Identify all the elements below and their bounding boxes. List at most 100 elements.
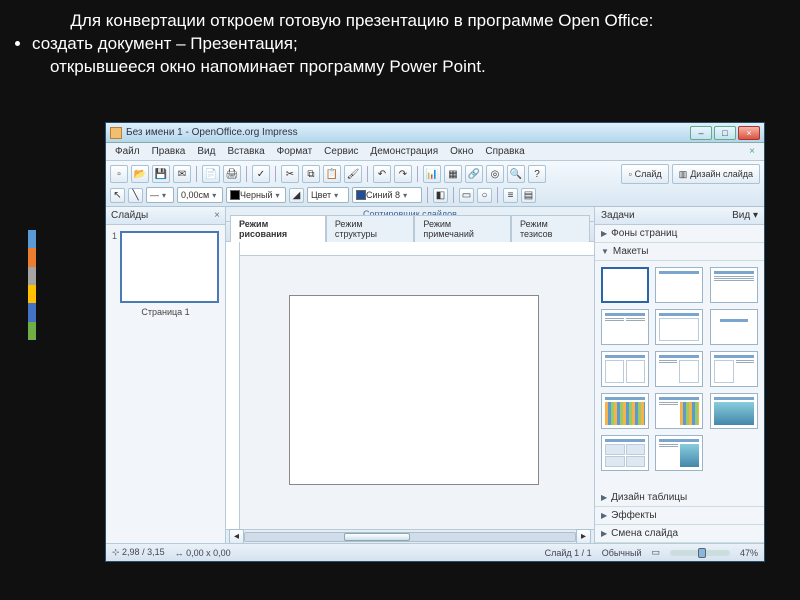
save-icon[interactable]: 💾 [152, 165, 170, 183]
scroll-thumb[interactable] [344, 533, 410, 541]
menubar: Файл Правка Вид Вставка Формат Сервис Де… [106, 143, 764, 161]
layout-centered[interactable] [710, 309, 758, 345]
line-width-combo[interactable]: 0,00см [177, 187, 223, 203]
new-slide-button[interactable]: ▫ Слайд [621, 164, 668, 184]
menu-slideshow[interactable]: Демонстрация [365, 144, 443, 159]
menu-help[interactable]: Справка [480, 144, 529, 159]
pdf-icon[interactable]: 📄 [202, 165, 220, 183]
layout-chart[interactable] [601, 393, 649, 429]
scroll-left-icon[interactable]: ◂ [229, 529, 244, 543]
fill-type-combo[interactable]: Цвет [307, 187, 349, 203]
blue-swatch-icon [356, 190, 366, 200]
new-doc-icon[interactable]: ▫ [110, 165, 128, 183]
menu-view[interactable]: Вид [192, 144, 220, 159]
brush-icon[interactable]: 🖌 [344, 165, 362, 183]
doc-close-icon[interactable]: × [744, 144, 760, 159]
layout-title[interactable] [655, 267, 703, 303]
tasks-panel: Задачи Вид ▾ Фоны страниц Макеты [594, 207, 764, 543]
layout-text-obj[interactable] [655, 351, 703, 387]
menu-insert[interactable]: Вставка [222, 144, 269, 159]
section-transition[interactable]: Смена слайда [595, 525, 764, 543]
layout-two-box[interactable] [601, 351, 649, 387]
link-icon[interactable]: 🔗 [465, 165, 483, 183]
canvas-area[interactable] [226, 242, 594, 529]
statusbar: ⊹ 2,98 / 3,15 ↔ 0,00 x 0,00 Слайд 1 / 1 … [106, 543, 764, 561]
chevron-right-icon [601, 229, 607, 238]
nav-icon[interactable]: ◎ [486, 165, 504, 183]
copy-icon[interactable]: ⧉ [302, 165, 320, 183]
slide-bullet-1: создать документ – Презентация; [32, 33, 770, 56]
spellcheck-icon[interactable]: ✓ [252, 165, 270, 183]
cut-icon[interactable]: ✂ [281, 165, 299, 183]
layout-text-img[interactable] [655, 435, 703, 471]
chevron-right-icon [601, 511, 607, 520]
section-table-design[interactable]: Дизайн таблицы [595, 489, 764, 507]
slide-canvas[interactable] [289, 295, 539, 485]
layout-title-only[interactable] [655, 309, 703, 345]
section-effects[interactable]: Эффекты [595, 507, 764, 525]
arrange-icon[interactable]: ▤ [521, 188, 536, 203]
help-icon[interactable]: ? [528, 165, 546, 183]
close-button[interactable]: × [738, 126, 760, 140]
menu-tools[interactable]: Сервис [319, 144, 363, 159]
status-size: ↔ 0,00 x 0,00 [175, 548, 231, 558]
paste-icon[interactable]: 📋 [323, 165, 341, 183]
tasks-view-menu[interactable]: Вид ▾ [732, 210, 758, 221]
chart-icon[interactable]: 📊 [423, 165, 441, 183]
line-color-combo[interactable]: Черный [226, 187, 286, 203]
tab-handout[interactable]: Режим тезисов [511, 215, 590, 242]
layout-image[interactable] [710, 393, 758, 429]
slide-para-1: Для конвертации откроем готовую презента… [50, 10, 770, 33]
zoom-icon[interactable]: 🔍 [507, 165, 525, 183]
tab-notes[interactable]: Режим примечаний [414, 215, 511, 242]
tab-outline[interactable]: Режим структуры [326, 215, 415, 242]
print-icon[interactable]: 🖨 [223, 165, 241, 183]
layout-grid[interactable] [601, 435, 649, 471]
shadow-icon[interactable]: ◧ [433, 188, 448, 203]
presentation-slide-text: Для конвертации откроем готовую презента… [0, 0, 800, 79]
menu-edit[interactable]: Правка [147, 144, 191, 159]
line-style-combo[interactable]: — [146, 187, 174, 203]
layout-obj-text[interactable] [710, 351, 758, 387]
chevron-right-icon [601, 493, 607, 502]
layouts-grid [595, 261, 764, 489]
main-toolbar: ▫ 📂 💾 ✉ 📄 🖨 ✓ ✂ ⧉ 📋 🖌 ↶ ↷ 📊 ▦ 🔗 ◎ 🔍 ? [106, 161, 764, 207]
status-zoom[interactable]: 47% [740, 548, 758, 558]
menu-format[interactable]: Формат [272, 144, 318, 159]
scroll-right-icon[interactable]: ▸ [576, 529, 591, 543]
horizontal-scrollbar[interactable]: ◂ ▸ [226, 529, 594, 543]
fill-color-combo[interactable]: Синий 8 [352, 187, 422, 203]
zoom-slider[interactable] [670, 550, 730, 556]
slides-panel-close-icon[interactable]: × [214, 210, 220, 221]
fit-page-icon[interactable]: ▭ [651, 547, 660, 558]
layout-title-content[interactable] [710, 267, 758, 303]
slide-thumbnail[interactable] [120, 231, 219, 303]
layout-two-col[interactable] [601, 309, 649, 345]
layout-text-chart[interactable] [655, 393, 703, 429]
mail-icon[interactable]: ✉ [173, 165, 191, 183]
menu-file[interactable]: Файл [110, 144, 145, 159]
line-icon[interactable]: ╲ [128, 188, 143, 203]
table-icon[interactable]: ▦ [444, 165, 462, 183]
shape-rect-icon[interactable]: ▭ [459, 188, 474, 203]
tab-drawing[interactable]: Режим рисования [230, 215, 326, 242]
slide-thumb-label: Страница 1 [112, 307, 219, 317]
arrow-icon[interactable]: ↖ [110, 188, 125, 203]
status-slide: Слайд 1 / 1 [545, 548, 592, 558]
workspace: Слайды × 1 Страница 1 Сортировщик слайдо… [106, 207, 764, 543]
undo-icon[interactable]: ↶ [373, 165, 391, 183]
theme-color-strip [28, 230, 36, 340]
menu-window[interactable]: Окно [445, 144, 478, 159]
layout-blank[interactable] [601, 267, 649, 303]
redo-icon[interactable]: ↷ [394, 165, 412, 183]
open-icon[interactable]: 📂 [131, 165, 149, 183]
slides-panel: Слайды × 1 Страница 1 [106, 207, 226, 543]
fill-bucket-icon[interactable]: ◢ [289, 188, 304, 203]
maximize-button[interactable]: □ [714, 126, 736, 140]
section-layouts[interactable]: Макеты [595, 243, 764, 261]
minimize-button[interactable]: – [690, 126, 712, 140]
section-masters[interactable]: Фоны страниц [595, 225, 764, 243]
shape-circle-icon[interactable]: ○ [477, 188, 492, 203]
align-icon[interactable]: ≡ [503, 188, 518, 203]
slide-design-button[interactable]: ▥ Дизайн слайда [672, 164, 760, 184]
